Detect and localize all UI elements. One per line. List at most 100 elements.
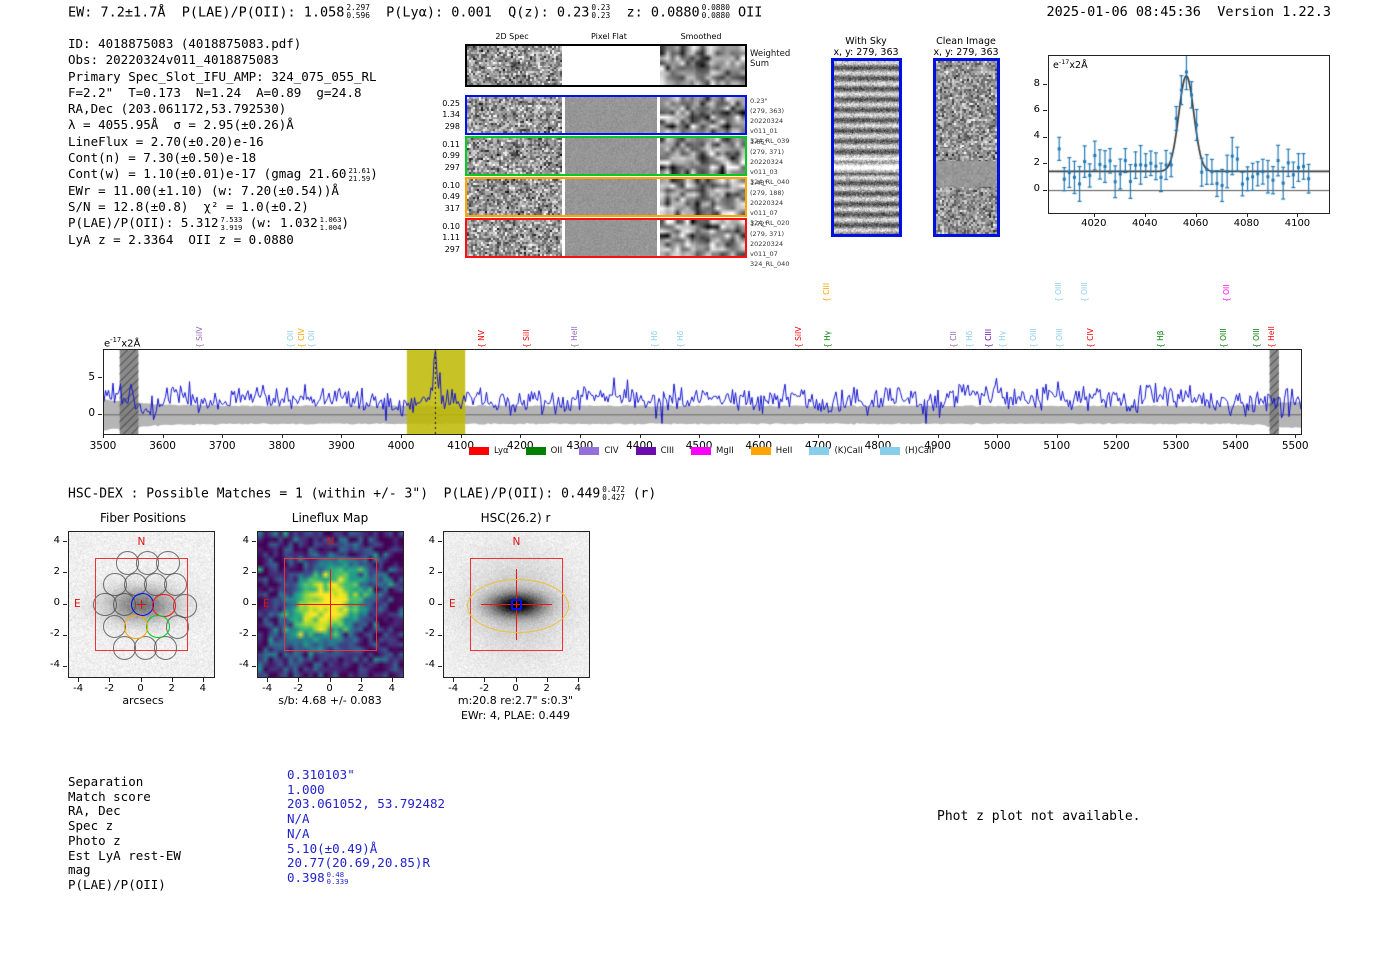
emission-line-label: { SiII [521, 329, 531, 348]
clean-image [936, 61, 997, 234]
inset-canvas [1049, 56, 1329, 213]
legend-swatch [579, 447, 600, 455]
tick-mark [520, 434, 522, 438]
legend-item: (H)CaII [879, 446, 934, 456]
pixel-flat-image [565, 97, 657, 133]
tick-mark [103, 434, 104, 438]
meta-spacer [1201, 4, 1217, 20]
tick-mark [267, 678, 269, 682]
with-sky-title: With Sky [845, 36, 887, 47]
legend-label: (H)CaII [904, 446, 934, 456]
info-line: F=2.2" T=0.173 N=1.24 A=0.89 g=24.8 [68, 84, 362, 100]
legend-swatch [525, 447, 546, 455]
tick-mark [937, 434, 939, 438]
hsc-caption: m:20.8 re:2.7" s:0.3" [457, 694, 574, 707]
legend-label: OII [550, 446, 563, 456]
tick-mark [252, 541, 256, 543]
inset-x-tick-label: 4040 [1131, 218, 1158, 229]
hsc-dex-summary: HSC-DEX : Possible Matches = 1 (within +… [68, 485, 657, 503]
pixel-flat-image [565, 138, 657, 174]
annotation-line: 1.65" [750, 138, 768, 146]
left-label-value: 0.10 [442, 221, 460, 231]
tick-mark [98, 377, 102, 378]
panel-y-tick-label: 0 [53, 597, 60, 608]
legend-swatch [879, 447, 900, 455]
tick-mark [98, 413, 102, 415]
spec2d-row-left-labels: 0.10 1.11 297 [424, 218, 460, 258]
annotation-line: 20220324 [750, 158, 784, 167]
center-marker-plus-h [137, 603, 146, 606]
tick-mark [78, 678, 80, 682]
report-version: Version 1.22.3 [1217, 4, 1331, 20]
panel-x-tick-label: 4 [388, 683, 396, 694]
panel-x-tick-label: 0 [137, 683, 144, 694]
pixel-flat-image [565, 179, 657, 215]
inset-y-tick-label: 4 [1033, 130, 1040, 142]
panel-x-tick-label: 0 [512, 683, 519, 694]
spec2d-image [467, 97, 562, 133]
emission-line-label: { CII [949, 331, 959, 348]
match-table-label: RA, Dec [68, 803, 121, 819]
tick-mark [63, 572, 67, 574]
tick-mark [252, 634, 256, 636]
inset-x-tick-label: 4060 [1182, 218, 1209, 229]
info-line: P(LAE)/P(OII): 5.312 7.533 3.919 (w: 1.032… [68, 214, 349, 232]
tick-mark [818, 434, 820, 438]
panel-y-tick-label: -2 [425, 628, 435, 640]
tick-mark [438, 603, 442, 605]
emission-line-label: { Hβ [1156, 330, 1166, 348]
panel-y-tick-label: 4 [53, 534, 60, 546]
legend-item: (K)CaII [809, 446, 863, 456]
full-spectrum-plot [103, 349, 1302, 435]
tick-mark [438, 634, 442, 636]
match-table-value: N/A [287, 825, 310, 841]
report-meta: 2025-01-06 08:45:36 Version 1.22.3 [1047, 4, 1332, 20]
match-table-value: N/A [287, 811, 310, 827]
inset-x-tick-label: 4020 [1081, 218, 1107, 229]
emission-line-label: { OIII [1080, 282, 1090, 302]
spec2d-row-left-labels: 0.11 0.99 297 [424, 136, 460, 176]
tick-mark [1295, 434, 1297, 438]
with-sky-panel [831, 58, 902, 237]
tick-mark [1144, 213, 1146, 217]
spec2d-image [467, 179, 562, 215]
left-label-value: 0.49 [442, 192, 460, 202]
hsc-cutout-panel: NE [443, 531, 590, 678]
main-ylabel: e-17x2Å [104, 336, 141, 350]
clean-image-panel [933, 58, 1000, 237]
annotation-line: 20220324 [750, 240, 784, 249]
panel-x-tick-label: 0 [326, 683, 333, 694]
tick-mark [546, 678, 548, 682]
annotation-line: 0.23" [750, 97, 768, 105]
spec2d-image [467, 46, 562, 85]
emission-line-label: { OIII [1251, 328, 1261, 348]
panel-y-tick-label: 2 [428, 565, 435, 577]
emission-line-label: { OIII [1028, 328, 1038, 348]
inset-y-tick-label: 2 [1033, 156, 1040, 168]
left-label-value: 317 [444, 203, 460, 213]
legend-label: HeII [775, 446, 793, 456]
spec2d-column-header: Smoothed [680, 32, 722, 41]
panel-x-tick-label: 2 [168, 683, 175, 694]
info-line: Cont(n) = 7.30(±0.50)e-18 [68, 150, 257, 166]
panel-y-tick-label: 2 [53, 565, 60, 577]
tick-mark [109, 678, 111, 682]
with-sky-subtitle: x, y: 279, 363 [833, 47, 899, 58]
left-label-value: 0.25 [442, 98, 460, 108]
tick-mark [699, 434, 701, 438]
tick-mark [515, 678, 517, 682]
tick-mark [438, 541, 442, 543]
emission-line-label: { OIII [1055, 328, 1065, 348]
clean-image-subtitle: x, y: 279, 363 [933, 47, 999, 58]
spec2d-image [467, 138, 562, 174]
hsc-caption: EWr: 4, PLAE: 0.449 [460, 709, 571, 722]
tick-mark [171, 678, 173, 682]
match-table-value: 203.061052, 53.792482 [287, 796, 446, 812]
emission-line-label: { SiIV [793, 326, 803, 348]
match-table-label: Match score [68, 788, 151, 804]
smoothed-image [660, 138, 745, 174]
tick-mark [298, 678, 300, 682]
fiber-positions-panel: NE [68, 531, 215, 678]
cutout-panel-title: Lineflux Map [291, 511, 369, 525]
crosshair-horizontal [294, 603, 367, 606]
